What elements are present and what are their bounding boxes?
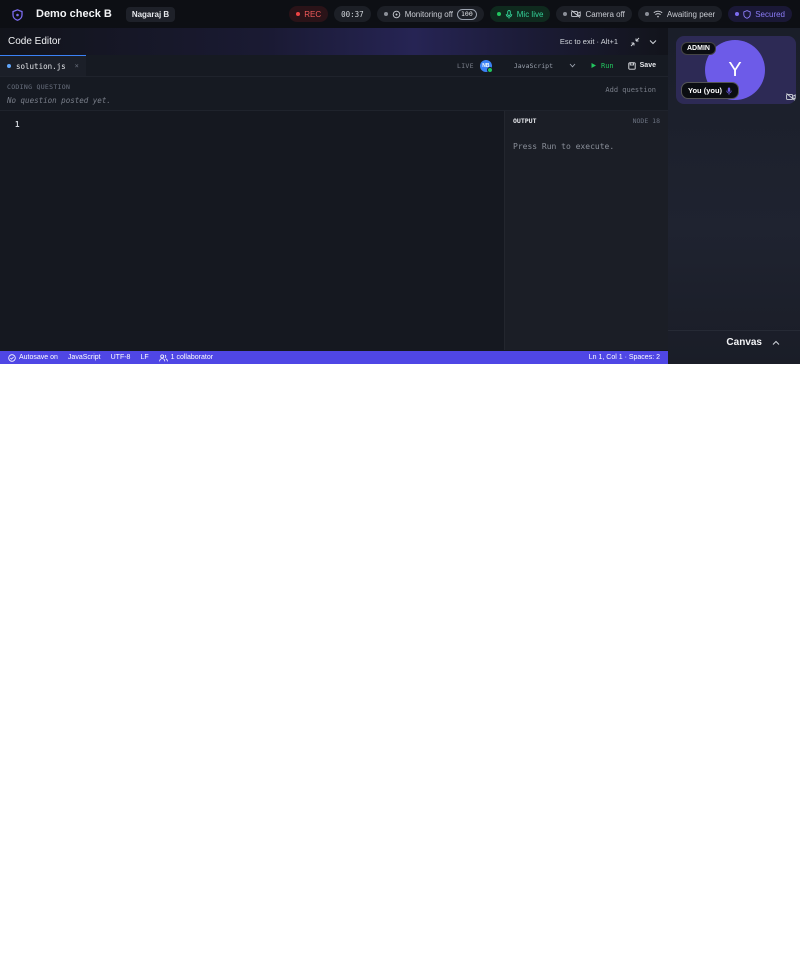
editor-title: Code Editor [8,36,61,47]
peer-status: Awaiting peer [637,6,723,22]
editor-workspace: 1 OUTPUT NODE 18 Press Run to execute. [0,111,668,350]
chevron-down-icon [569,63,576,68]
status-dot-icon [735,12,740,16]
live-label: LIVE [456,61,474,70]
add-question-button[interactable]: Add question [605,86,656,94]
security-status: Secured [728,6,792,22]
participant-name-chip: You (you) [681,82,740,99]
status-line-ending: LF [140,354,149,361]
status-dot-icon [383,12,388,16]
participant-name: You (you) [688,86,723,95]
participants-panel: Y ADMIN You (you) Canvas [668,28,800,364]
secured-label: Secured [755,9,785,19]
file-tab-solution[interactable]: solution.js × [0,55,86,76]
language-select[interactable]: JavaScript [502,62,580,70]
mic-toggle[interactable]: Mic live [489,6,551,22]
coding-question-empty: No question posted yet. [7,96,111,105]
chevron-up-icon [772,340,780,345]
chevron-down-icon[interactable] [646,35,660,49]
camera-label: Camera off [585,9,625,19]
collaborator-avatar: NB [479,59,493,73]
camera-off-icon [571,10,582,18]
run-button[interactable]: Run [586,62,618,70]
save-icon [627,61,636,70]
microphone-icon [505,9,513,18]
editor-status-bar: Autosave on JavaScript UTF-8 LF 1 collab… [0,351,668,364]
shield-icon [12,8,23,21]
top-bar: Demo check B Nagaraj B REC 00:37 Monitor… [0,0,800,28]
canvas-label: Canvas [726,337,762,348]
code-input-area[interactable]: 1 [0,111,504,350]
minimize-icon[interactable] [628,35,642,49]
status-dot-icon [644,12,649,16]
peer-label: Awaiting peer [666,9,716,19]
mic-label: Mic live [516,9,544,19]
status-language: JavaScript [67,354,101,361]
record-dot-icon [296,12,301,16]
editor-actions: LIVE NB JavaScript Run Save [457,55,668,76]
session-timer: 00:37 [334,6,371,22]
users-icon [158,354,168,361]
output-message: Press Run to execute. [513,142,615,151]
app-title: Demo check B [36,8,112,20]
file-tab-label: solution.js [16,61,66,71]
unsaved-dot-icon [7,64,11,68]
camera-off-icon[interactable] [784,90,796,104]
collaborators-status: 1 collaborator [158,354,214,362]
check-circle-icon [8,353,16,362]
participant-video-tile: Y ADMIN You (you) [676,36,796,104]
monitoring-toggle[interactable]: Monitoring off 100 [376,6,484,22]
status-dot-icon [496,12,501,16]
line-number: 1 [15,120,20,129]
status-dot-icon [563,12,568,16]
camera-toggle[interactable]: Camera off [556,6,632,22]
code-editor-panel: Code Editor Esc to exit · Alt+1 solution… [0,28,668,364]
output-runtime: NODE 18 [632,117,660,125]
language-select-value: JavaScript [513,61,553,70]
monitoring-label: Monitoring off [404,9,454,19]
cursor-position: Ln 1, Col 1 · Spaces: 2 [588,354,660,361]
autosave-label: Autosave on [19,354,58,361]
canvas-toggle[interactable]: Canvas [668,330,800,354]
coding-question-section: CODING QUESTION No question posted yet. … [0,77,668,111]
close-icon[interactable]: × [75,62,79,70]
microphone-icon [726,87,732,95]
user-chip: Nagaraj B [125,6,176,22]
wifi-icon [653,10,663,18]
eye-icon [392,10,400,18]
status-encoding: UTF-8 [110,354,131,361]
autosave-status: Autosave on [8,353,58,362]
output-title: OUTPUT [513,117,537,125]
play-icon [591,63,596,68]
save-button[interactable]: Save [624,61,660,70]
recording-indicator: REC [289,6,329,22]
editor-tab-bar: solution.js × LIVE NB JavaScript Run Sav… [0,55,668,77]
exit-shortcut-hint: Esc to exit · Alt+1 [559,37,618,46]
save-label: Save [639,62,656,69]
coding-question-label: CODING QUESTION [7,83,71,91]
role-badge: ADMIN [681,42,716,55]
run-label: Run [600,61,614,70]
shield-icon [743,9,751,19]
rec-label: REC [304,9,322,19]
editor-header: Code Editor Esc to exit · Alt+1 [0,28,668,55]
collaborators-label: 1 collaborator [170,354,214,361]
monitoring-count-badge: 100 [457,8,477,20]
output-panel: OUTPUT NODE 18 Press Run to execute. [504,111,668,350]
